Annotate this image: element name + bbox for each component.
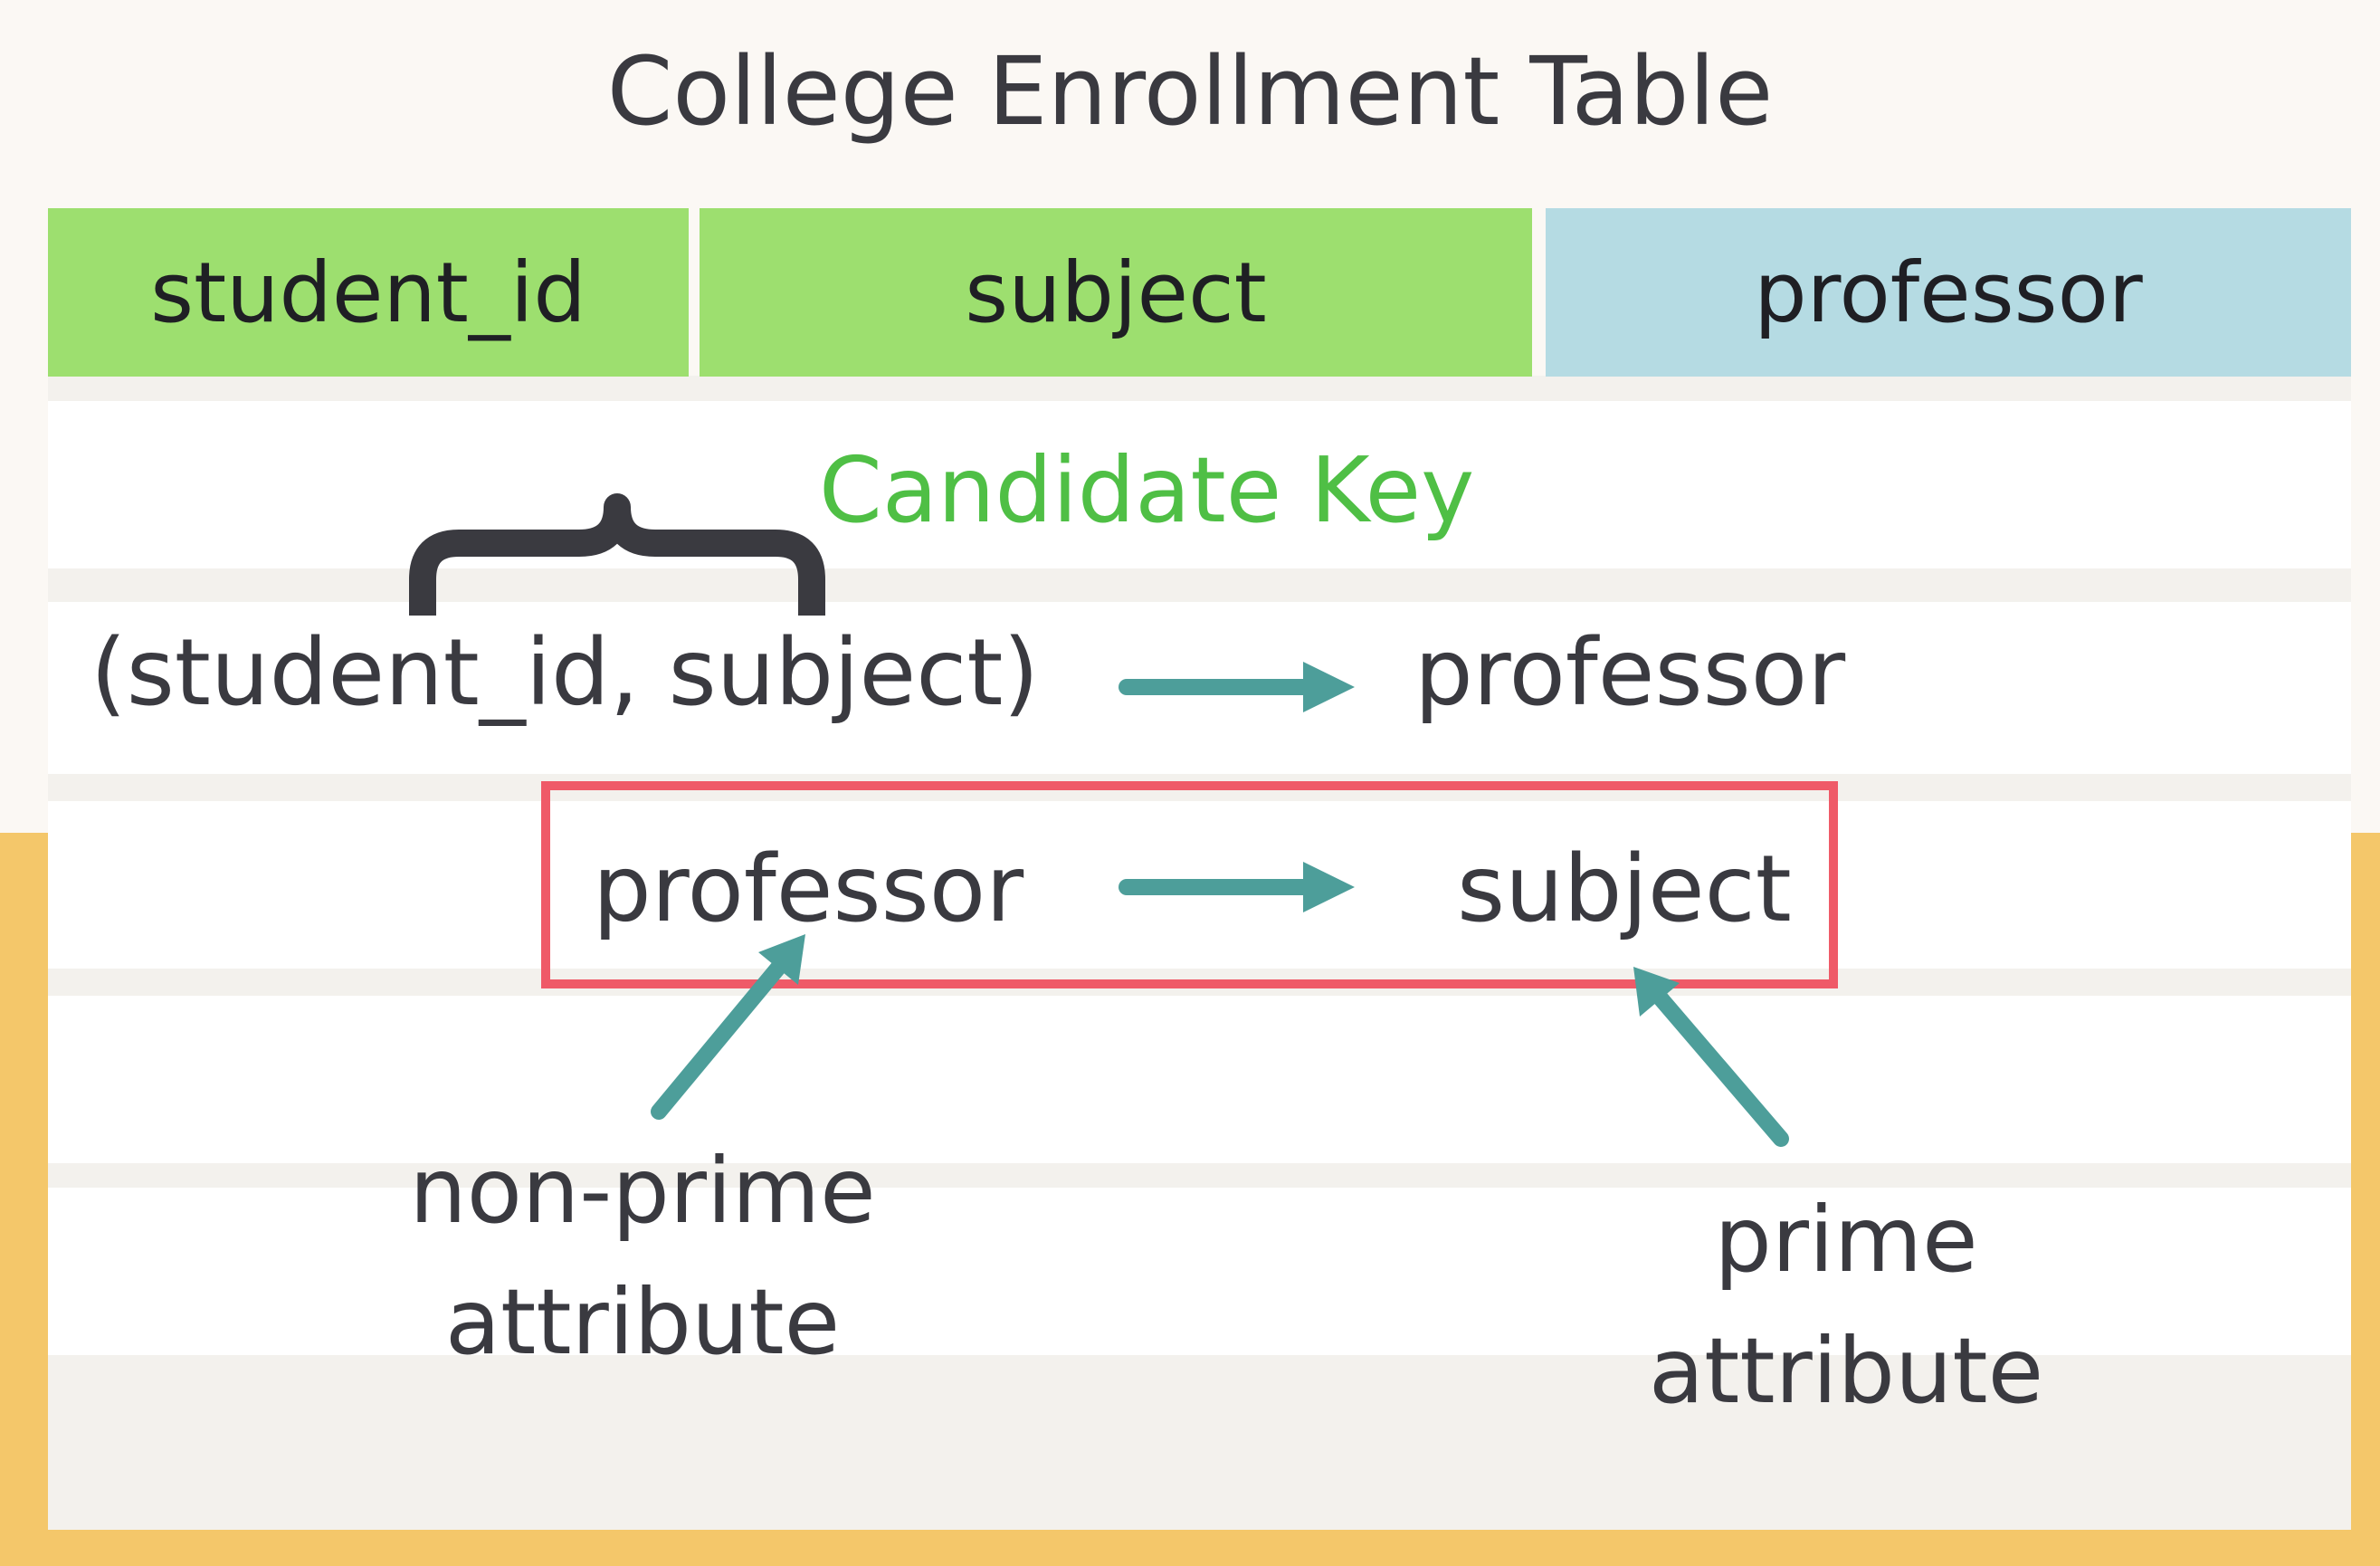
dependency-1-arrow-icon xyxy=(1119,662,1355,712)
prime-pointer-arrow-icon xyxy=(1633,967,1789,1147)
curly-brace-icon xyxy=(409,493,825,616)
dependency-2-arrow-icon xyxy=(1119,862,1355,912)
diagram-overlay xyxy=(409,493,1789,1147)
non-prime-pointer-arrow-icon xyxy=(651,934,805,1120)
